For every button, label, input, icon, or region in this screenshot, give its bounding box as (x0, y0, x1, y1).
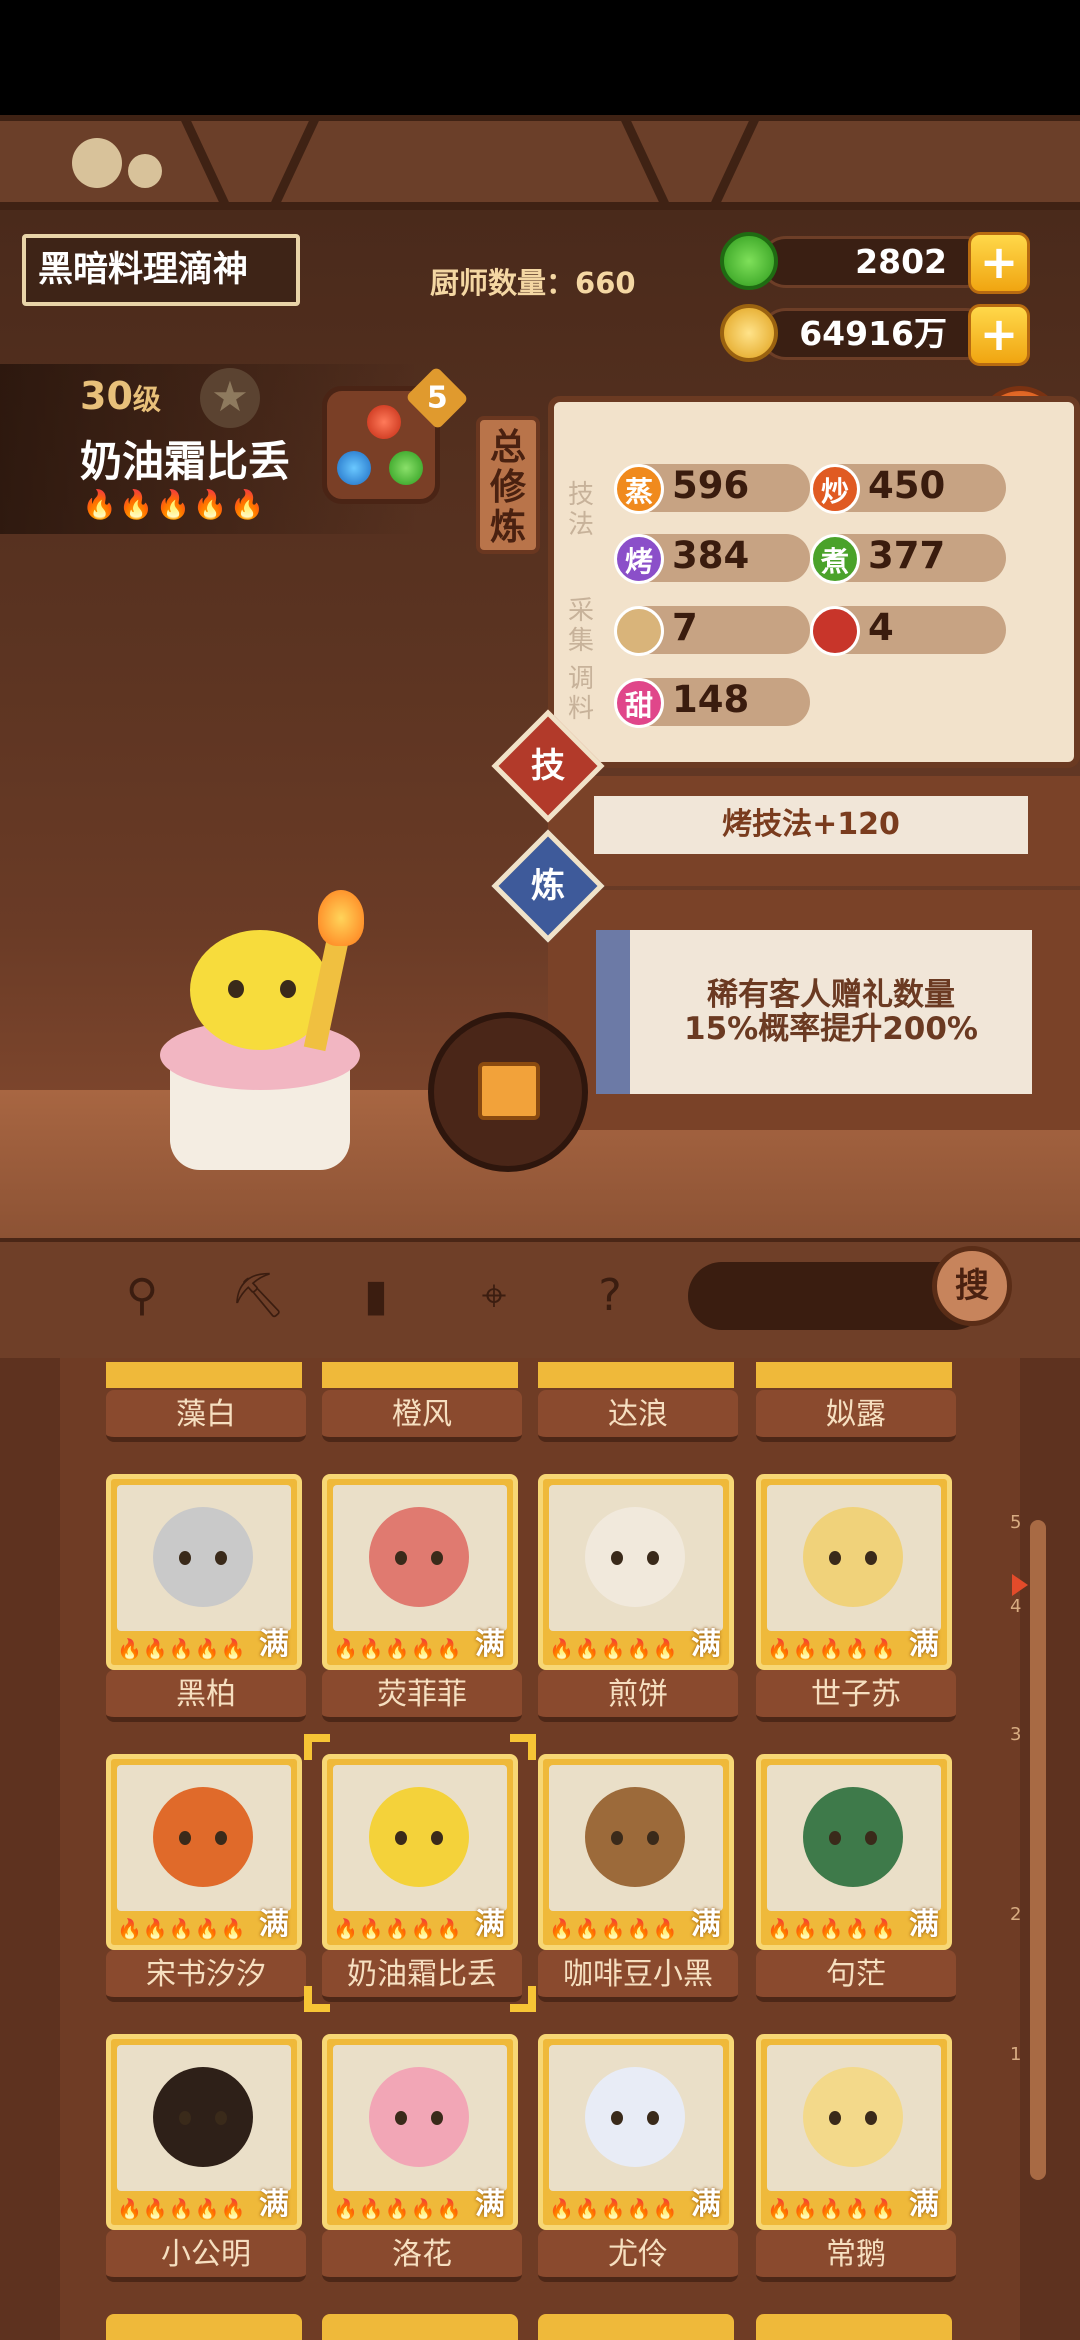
chef-card[interactable]: 🔥🔥🔥🔥🔥 满 (538, 1754, 734, 1950)
chef-rarity-fires: 🔥🔥🔥🔥🔥 (767, 2197, 897, 2221)
chef-rarity-fires: 🔥🔥🔥🔥🔥 (549, 2197, 679, 2221)
scroll-mark: 1 (1010, 2044, 1022, 2065)
chef-name-plate[interactable]: 咖啡豆小黑 (538, 1950, 738, 2002)
chef-portrait (767, 1765, 941, 1911)
max-level-badge: 满 (909, 1907, 939, 1942)
chef-name-plate[interactable]: 句茫 (756, 1950, 956, 2002)
card-top-edge (322, 2314, 518, 2340)
chef-rarity-fires: 🔥🔥🔥🔥🔥 (767, 1637, 897, 1661)
chef-portrait (333, 1765, 507, 1911)
chef-rarity-fires: 🔥🔥🔥🔥🔥 (117, 2197, 247, 2221)
chef-card[interactable]: 🔥🔥🔥🔥🔥 满 (322, 1754, 518, 1950)
chef-rarity-fires: 🔥🔥🔥🔥🔥 (333, 1637, 463, 1661)
chef-card[interactable]: 🔥🔥🔥🔥🔥 满 (106, 1754, 302, 1950)
chef-name-plate[interactable]: 宋书汐汐 (106, 1950, 306, 2002)
chef-rarity-fires: 🔥🔥🔥🔥🔥 (117, 1637, 247, 1661)
chef-name-plate[interactable]: 世子苏 (756, 1670, 956, 1722)
scroll-position-arrow[interactable] (1012, 1574, 1028, 1596)
max-level-badge: 满 (259, 1627, 289, 1662)
chef-name-plate[interactable]: 常鹅 (756, 2230, 956, 2282)
max-level-badge: 满 (691, 1907, 721, 1942)
chef-portrait (117, 1765, 291, 1911)
max-level-badge: 满 (909, 1627, 939, 1662)
chef-name-plate[interactable]: 小公明 (106, 2230, 306, 2282)
scroll-mark: 2 (1010, 1904, 1022, 1925)
chef-card[interactable]: 🔥🔥🔥🔥🔥 满 (756, 2034, 952, 2230)
chef-rarity-fires: 🔥🔥🔥🔥🔥 (549, 1637, 679, 1661)
chef-grid: 🔥🔥🔥🔥🔥 满黑柏 🔥🔥🔥🔥🔥 满荧菲菲 🔥🔥🔥🔥🔥 满煎饼 🔥🔥🔥🔥🔥 满世子苏 🔥🔥🔥🔥🔥 满… (0, 0, 1080, 2340)
selection-corner (510, 1734, 536, 1760)
chef-portrait (767, 1485, 941, 1631)
chef-rarity-fires: 🔥🔥🔥🔥🔥 (117, 1917, 247, 1941)
selection-corner (304, 1986, 330, 2012)
chef-rarity-fires: 🔥🔥🔥🔥🔥 (767, 1917, 897, 1941)
chef-rarity-fires: 🔥🔥🔥🔥🔥 (333, 2197, 463, 2221)
chef-portrait (117, 1485, 291, 1631)
chef-name-plate[interactable]: 黑柏 (106, 1670, 306, 1722)
chef-portrait (549, 1485, 723, 1631)
chef-portrait (333, 2045, 507, 2191)
chef-card[interactable]: 🔥🔥🔥🔥🔥 满 (106, 2034, 302, 2230)
max-level-badge: 满 (475, 1907, 505, 1942)
chef-portrait (333, 1485, 507, 1631)
max-level-badge: 满 (909, 2187, 939, 2222)
chef-card[interactable]: 🔥🔥🔥🔥🔥 满 (538, 1474, 734, 1670)
chef-card[interactable]: 🔥🔥🔥🔥🔥 满 (538, 2034, 734, 2230)
chef-name-plate[interactable]: 荧菲菲 (322, 1670, 522, 1722)
chef-card[interactable]: 🔥🔥🔥🔥🔥 满 (322, 1474, 518, 1670)
max-level-badge: 满 (691, 2187, 721, 2222)
card-top-edge (106, 2314, 302, 2340)
chef-name-plate[interactable]: 尤伶 (538, 2230, 738, 2282)
selection-corner (304, 1734, 330, 1760)
chef-name-plate[interactable]: 奶油霜比丢 (322, 1950, 522, 2002)
scroll-mark: 4 (1010, 1596, 1022, 1617)
chef-rarity-fires: 🔥🔥🔥🔥🔥 (549, 1917, 679, 1941)
max-level-badge: 满 (691, 1627, 721, 1662)
scroll-mark: 5 (1010, 1512, 1022, 1533)
scroll-mark: 3 (1010, 1724, 1022, 1745)
rarity-scrollbar[interactable] (1030, 1520, 1046, 2180)
max-level-badge: 满 (259, 1907, 289, 1942)
card-top-edge (756, 2314, 952, 2340)
chef-card[interactable]: 🔥🔥🔥🔥🔥 满 (322, 2034, 518, 2230)
chef-portrait (549, 1765, 723, 1911)
max-level-badge: 满 (475, 2187, 505, 2222)
chef-rarity-fires: 🔥🔥🔥🔥🔥 (333, 1917, 463, 1941)
chef-card[interactable]: 🔥🔥🔥🔥🔥 满 (756, 1474, 952, 1670)
max-level-badge: 满 (475, 1627, 505, 1662)
max-level-badge: 满 (259, 2187, 289, 2222)
chef-card[interactable]: 🔥🔥🔥🔥🔥 满 (106, 1474, 302, 1670)
chef-card[interactable]: 🔥🔥🔥🔥🔥 满 (756, 1754, 952, 1950)
chef-name-plate[interactable]: 洛花 (322, 2230, 522, 2282)
chef-portrait (767, 2045, 941, 2191)
chef-portrait (117, 2045, 291, 2191)
card-top-edge (538, 2314, 734, 2340)
selection-corner (510, 1986, 536, 2012)
chef-name-plate[interactable]: 煎饼 (538, 1670, 738, 1722)
chef-portrait (549, 2045, 723, 2191)
